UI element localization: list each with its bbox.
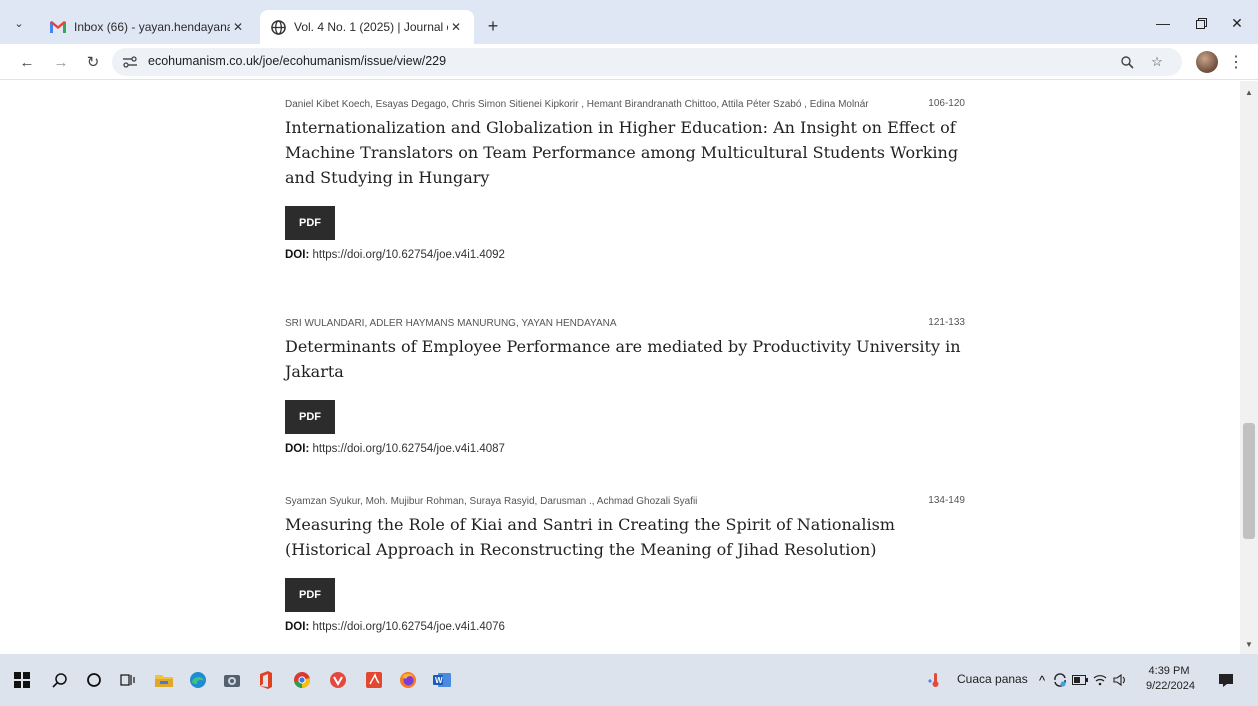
reload-icon[interactable]: ↻ xyxy=(82,51,104,73)
new-tab-icon[interactable]: + xyxy=(482,15,504,37)
doi-label: DOI: xyxy=(285,443,310,455)
tab-journal[interactable]: Vol. 4 No. 1 (2025) | Journal of E ✕ xyxy=(260,10,474,44)
doi-link[interactable]: https://doi.org/10.62754/joe.v4i1.4087 xyxy=(312,443,504,455)
close-window-icon[interactable]: ✕ xyxy=(1224,12,1250,34)
article-doi: DOI: https://doi.org/10.62754/joe.v4i1.4… xyxy=(285,621,965,633)
bookmark-star-icon[interactable]: ☆ xyxy=(1148,53,1166,71)
back-icon[interactable]: ← xyxy=(16,51,38,73)
page-scrollbar[interactable]: ▲ ▼ xyxy=(1240,81,1258,654)
article-pages: 134-149 xyxy=(928,495,965,506)
url-text[interactable]: ecohumanism.co.uk/joe/ecohumanism/issue/… xyxy=(148,54,446,68)
article-authors: Daniel Kibet Koech, Esayas Degago, Chris… xyxy=(285,99,869,110)
page-content: Daniel Kibet Koech, Esayas Degago, Chris… xyxy=(0,81,1240,654)
vivaldi-icon[interactable] xyxy=(326,668,350,692)
article-title-link[interactable]: Measuring the Role of Kiai and Santri in… xyxy=(285,512,965,562)
profile-avatar[interactable] xyxy=(1196,51,1218,73)
tab-strip: ⌄ Inbox (66) - yayan.hendayana@ ✕ Vol. 4… xyxy=(0,0,1258,44)
article-pages: 121-133 xyxy=(928,317,965,328)
article-authors: SRI WULANDARI, ADLER HAYMANS MANURUNG, Y… xyxy=(285,318,617,329)
sync-icon[interactable] xyxy=(1052,668,1068,692)
site-info-icon[interactable] xyxy=(122,54,138,70)
pdf-button[interactable]: PDF xyxy=(285,400,335,434)
file-explorer-icon[interactable] xyxy=(152,668,176,692)
article-doi: DOI: https://doi.org/10.62754/joe.v4i1.4… xyxy=(285,443,965,455)
cortana-icon[interactable] xyxy=(82,668,106,692)
firefox-icon[interactable] xyxy=(396,668,420,692)
battery-icon[interactable] xyxy=(1072,668,1088,692)
browser-toolbar: ← → ↻ ecohumanism.co.uk/joe/ecohumanism/… xyxy=(0,44,1258,80)
doi-label: DOI: xyxy=(285,621,310,633)
article-authors: Syamzan Syukur, Moh. Mujibur Rohman, Sur… xyxy=(285,496,698,507)
scroll-down-icon[interactable]: ▼ xyxy=(1244,639,1254,649)
article-item: Syamzan Syukur, Moh. Mujibur Rohman, Sur… xyxy=(285,495,965,633)
tab-title: Vol. 4 No. 1 (2025) | Journal of E xyxy=(294,20,448,34)
windows-taskbar: W Cuaca panas ^ 4:39 PM 9/22/2024 xyxy=(0,654,1258,706)
clock-time: 4:39 PM xyxy=(1148,665,1190,677)
article-title-link[interactable]: Internationalization and Globalization i… xyxy=(285,115,965,190)
clock-date: 9/22/2024 xyxy=(1146,680,1195,692)
volume-icon[interactable] xyxy=(1112,668,1128,692)
tab-gmail[interactable]: Inbox (66) - yayan.hendayana@ ✕ xyxy=(40,10,256,44)
taskbar-clock[interactable]: 4:39 PM 9/22/2024 xyxy=(1146,664,1195,694)
task-view-icon[interactable] xyxy=(116,668,140,692)
notifications-icon[interactable] xyxy=(1214,668,1238,692)
pdf-button[interactable]: PDF xyxy=(285,206,335,240)
close-tab-icon[interactable]: ✕ xyxy=(230,19,246,35)
weather-text[interactable]: Cuaca panas xyxy=(957,672,1028,686)
camera-icon[interactable] xyxy=(220,668,244,692)
wifi-icon[interactable] xyxy=(1092,668,1108,692)
close-tab-icon[interactable]: ✕ xyxy=(448,19,464,35)
article-pages: 106-120 xyxy=(928,98,965,109)
weather-icon[interactable] xyxy=(926,668,944,692)
zoom-icon[interactable] xyxy=(1118,53,1136,71)
gmail-icon xyxy=(50,19,66,35)
article-item: Daniel Kibet Koech, Esayas Degago, Chris… xyxy=(285,98,965,261)
svg-text:W: W xyxy=(435,676,443,685)
acrobat-icon[interactable] xyxy=(362,668,386,692)
search-icon[interactable] xyxy=(48,668,72,692)
doi-label: DOI: xyxy=(285,249,310,261)
doi-link[interactable]: https://doi.org/10.62754/joe.v4i1.4092 xyxy=(312,249,504,261)
article-item: SRI WULANDARI, ADLER HAYMANS MANURUNG, Y… xyxy=(285,317,965,455)
tab-title: Inbox (66) - yayan.hendayana@ xyxy=(74,20,230,34)
pdf-button[interactable]: PDF xyxy=(285,578,335,612)
article-doi: DOI: https://doi.org/10.62754/joe.v4i1.4… xyxy=(285,249,965,261)
doi-link[interactable]: https://doi.org/10.62754/joe.v4i1.4076 xyxy=(312,621,504,633)
address-bar[interactable]: ecohumanism.co.uk/joe/ecohumanism/issue/… xyxy=(112,48,1182,76)
scroll-up-icon[interactable]: ▲ xyxy=(1244,87,1254,97)
article-title-link[interactable]: Determinants of Employee Performance are… xyxy=(285,334,965,384)
office-icon[interactable] xyxy=(254,668,278,692)
show-hidden-icons-icon[interactable]: ^ xyxy=(1034,668,1050,692)
restore-icon[interactable] xyxy=(1188,12,1214,34)
windows-start-icon[interactable] xyxy=(10,668,34,692)
edge-icon[interactable] xyxy=(186,668,210,692)
chrome-icon[interactable] xyxy=(290,668,314,692)
minimize-icon[interactable]: — xyxy=(1150,12,1176,34)
scroll-thumb[interactable] xyxy=(1243,423,1255,539)
tab-search-icon[interactable]: ⌄ xyxy=(10,14,28,32)
browser-menu-icon[interactable]: ⋮ xyxy=(1228,51,1244,73)
forward-icon[interactable]: → xyxy=(50,51,72,73)
word-icon[interactable]: W xyxy=(430,668,454,692)
globe-icon xyxy=(270,19,286,35)
